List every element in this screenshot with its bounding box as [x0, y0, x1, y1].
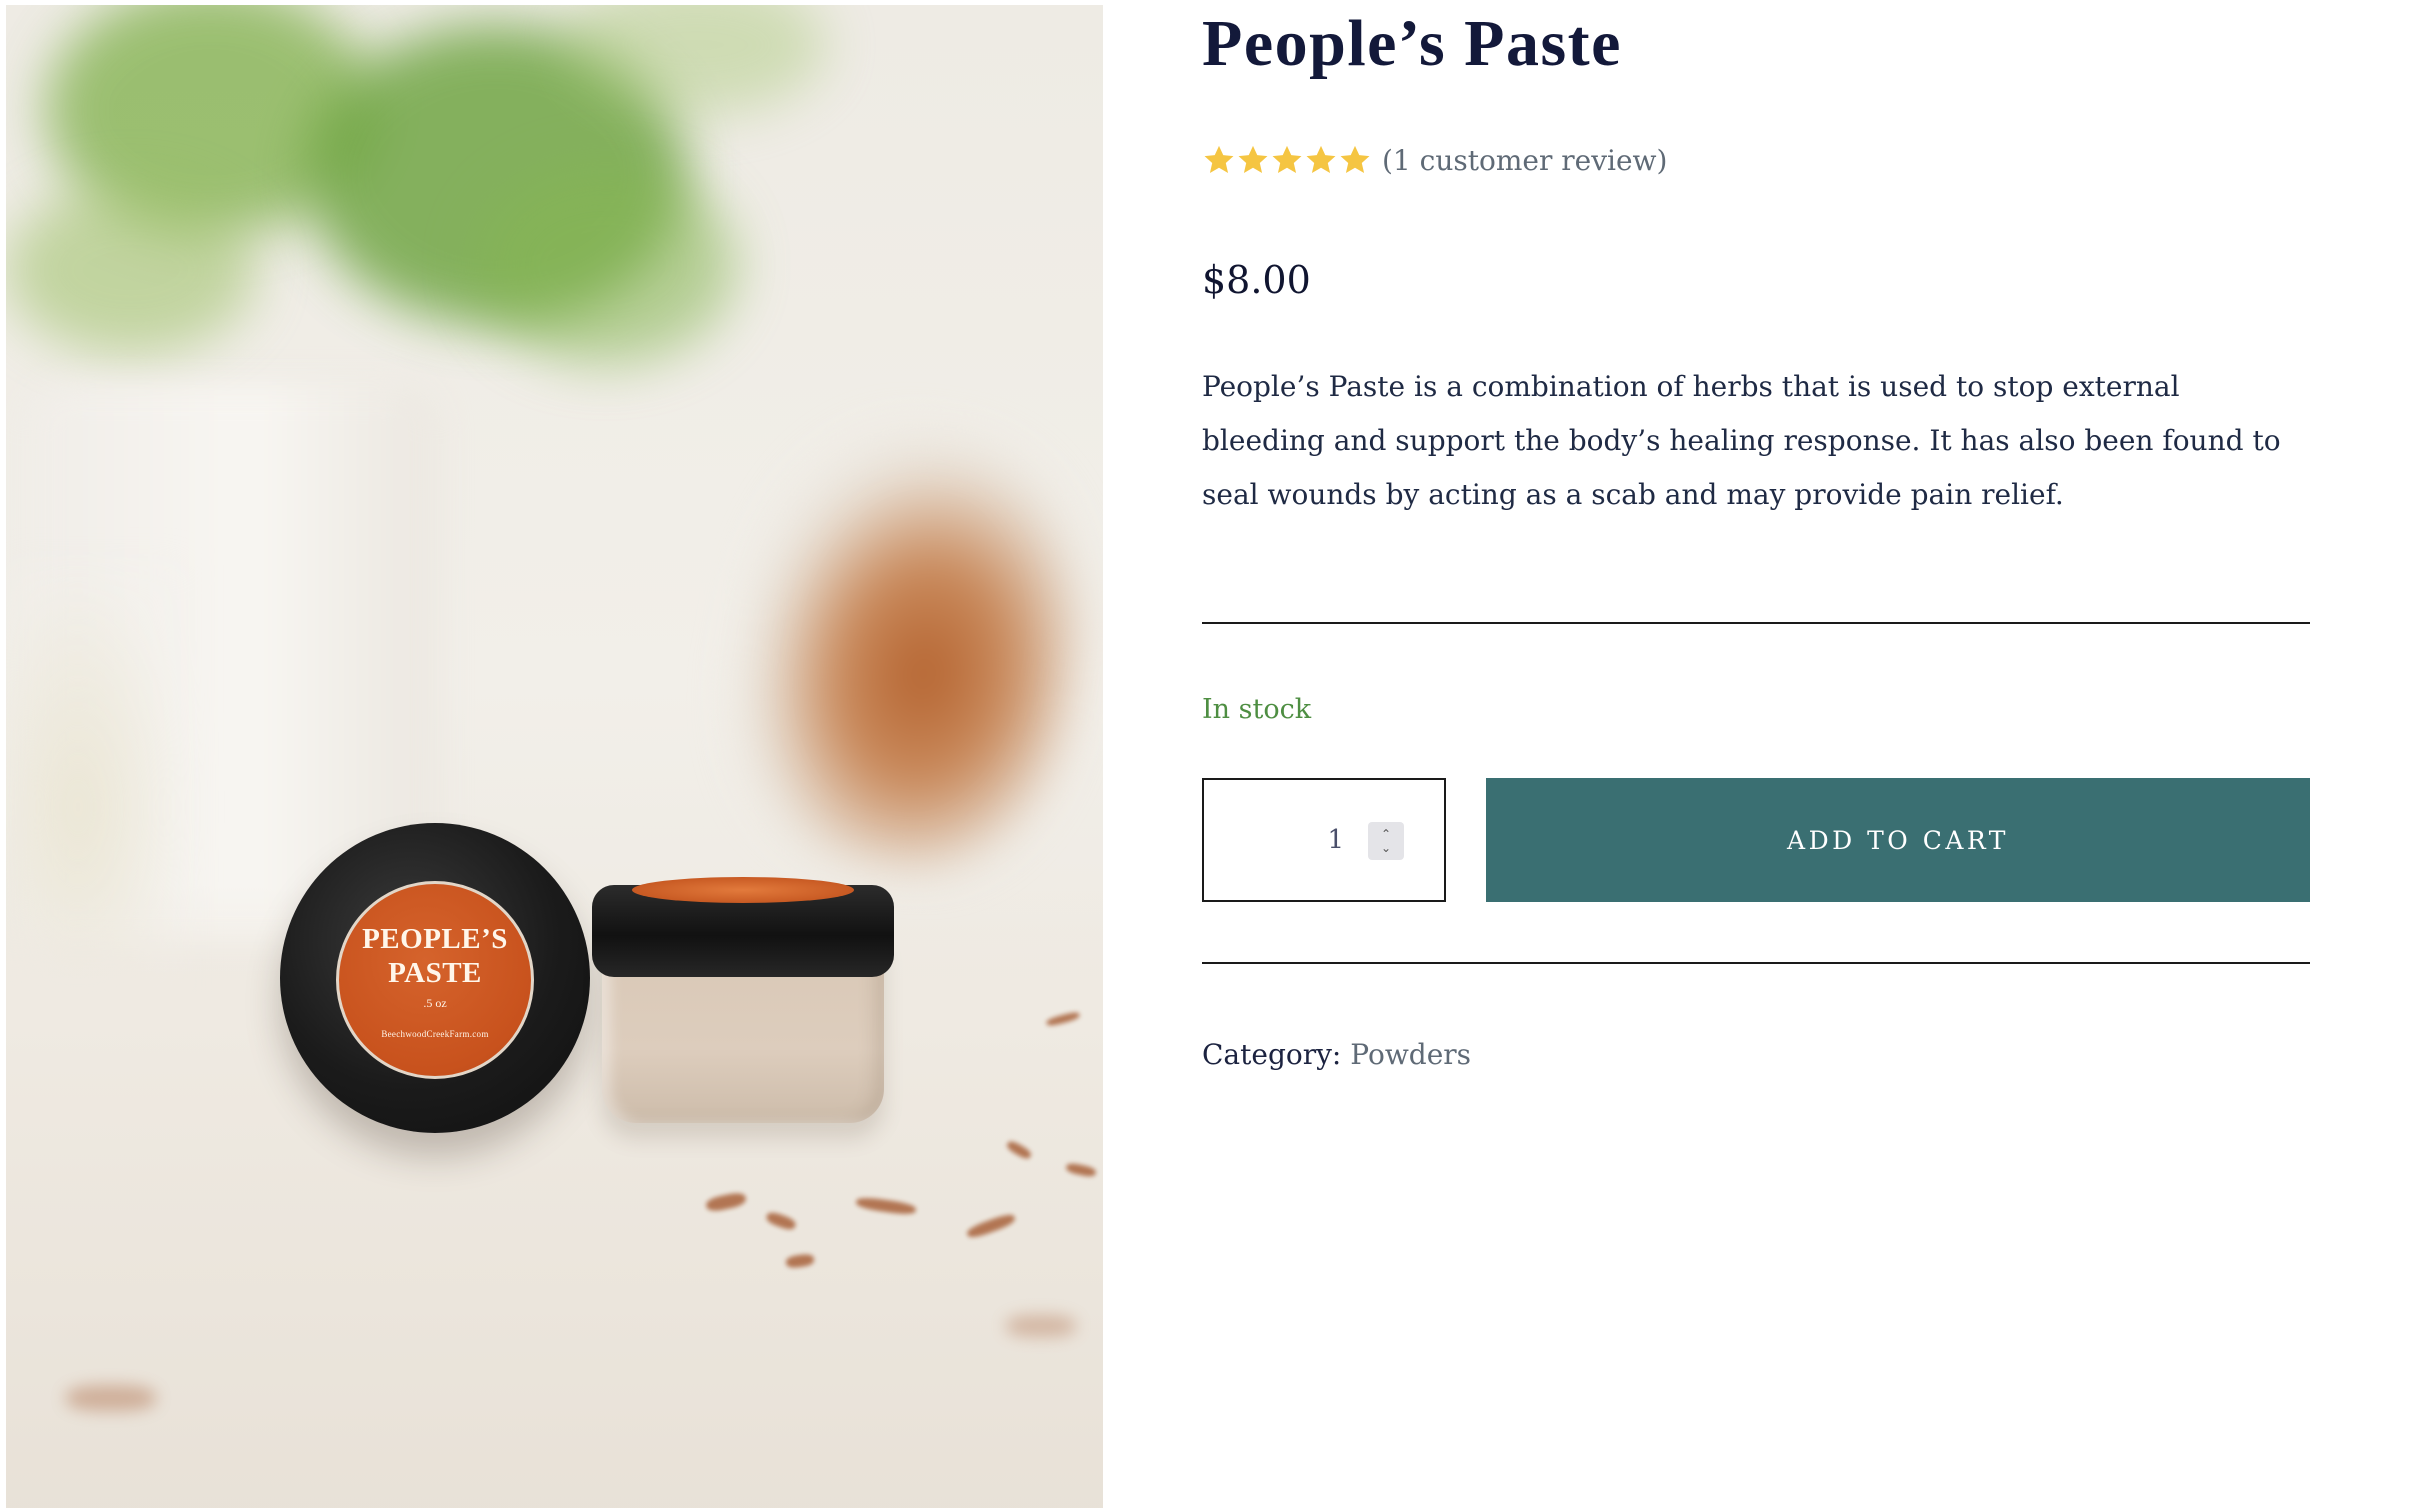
jar-label-size: .5 oz	[423, 995, 447, 1010]
divider-bottom	[1202, 962, 2310, 964]
add-to-cart-button[interactable]: ADD TO CART	[1486, 778, 2310, 902]
star-icon	[1238, 145, 1268, 174]
product-price: $8.00	[1202, 258, 1311, 302]
star-icon	[1340, 145, 1370, 174]
powder-jar	[592, 877, 894, 1127]
herb-crumb	[66, 1385, 156, 1411]
star-icon	[1272, 145, 1302, 174]
jar-label: PEOPLE’S PASTE .5 oz BeechwoodCreekFarm.…	[336, 881, 534, 1079]
jar-lid: PEOPLE’S PASTE .5 oz BeechwoodCreekFarm.…	[280, 823, 590, 1133]
jar-label-line2: PASTE	[388, 956, 482, 989]
product-rating: (1 customer review)	[1202, 138, 1667, 182]
product-category: Category: Powders	[1202, 1034, 1471, 1076]
category-label: Category:	[1202, 1038, 1342, 1071]
star-rating	[1202, 143, 1372, 177]
category-link[interactable]: Powders	[1350, 1038, 1471, 1071]
blurred-jar	[711, 409, 1103, 891]
star-icon	[1204, 145, 1234, 174]
chevron-down-icon[interactable]: ⌄	[1381, 841, 1391, 855]
quantity-stepper[interactable]: ⌃ ⌄	[1202, 778, 1446, 902]
divider-top	[1202, 622, 2310, 624]
star-icon	[1306, 145, 1336, 174]
stock-status: In stock	[1202, 694, 1312, 725]
chevron-up-icon[interactable]: ⌃	[1381, 827, 1391, 841]
powder-jar-lid-top	[632, 877, 854, 903]
customer-review-link[interactable]: (1 customer review)	[1382, 144, 1667, 177]
product-image[interactable]: PEOPLE’S PASTE .5 oz BeechwoodCreekFarm.…	[6, 5, 1103, 1508]
plant-leaf	[6, 185, 256, 355]
quantity-spinner[interactable]: ⌃ ⌄	[1368, 822, 1404, 860]
product-title: People’s Paste	[1202, 7, 1622, 80]
jar-label-url: BeechwoodCreekFarm.com	[381, 1028, 489, 1039]
jar-label-line1: PEOPLE’S	[362, 922, 508, 955]
plant-leaf	[476, 165, 736, 365]
product-description: People’s Paste is a combination of herbs…	[1202, 370, 2281, 511]
herb-crumb	[1006, 1315, 1076, 1337]
